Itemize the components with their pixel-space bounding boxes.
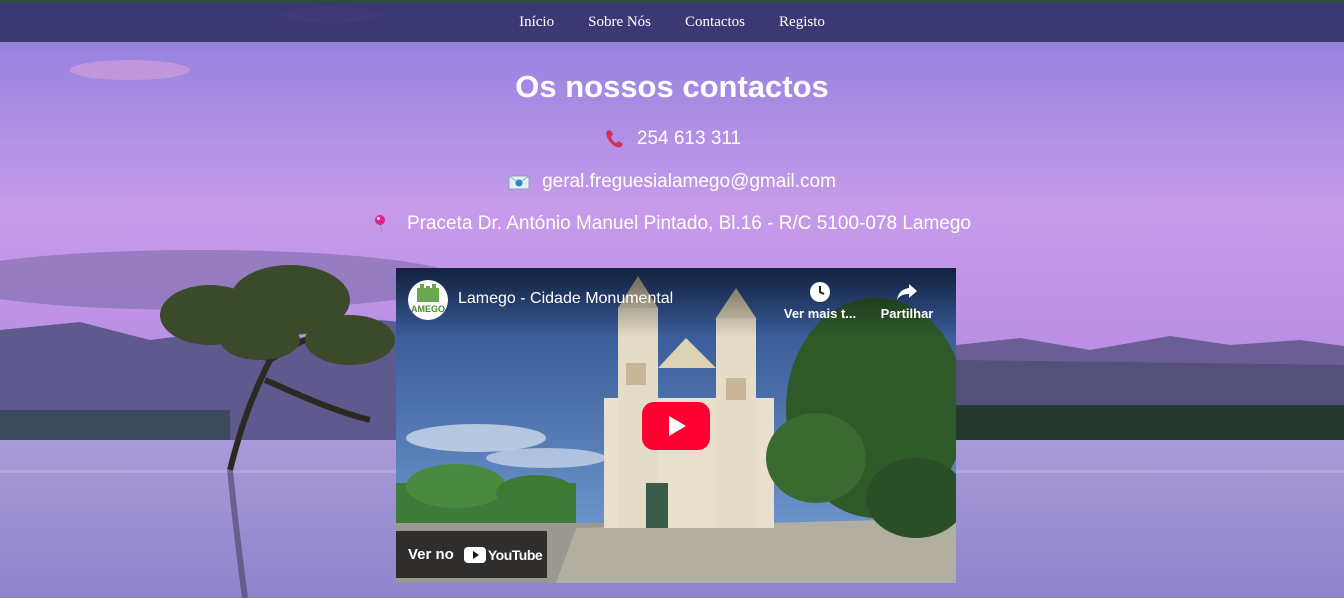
address-row: Praceta Dr. António Manuel Pintado, Bl.1… — [0, 213, 1344, 235]
map-pin-icon — [373, 213, 395, 235]
channel-logo[interactable]: AMEGO — [408, 280, 448, 320]
email-address[interactable]: geral.freguesialamego@gmail.com — [542, 171, 836, 193]
youtube-video-embed[interactable]: AMEGO Lamego - Cidade Monumental Ver mai… — [396, 268, 956, 583]
clock-icon — [810, 282, 830, 302]
nav-item-registo[interactable]: Registo — [779, 14, 825, 31]
email-icon — [508, 171, 530, 193]
youtube-logo: YouTube — [463, 546, 543, 563]
play-icon — [642, 402, 710, 450]
watch-on-label: Ver no — [408, 546, 454, 563]
youtube-play-icon — [463, 546, 486, 563]
channel-logo-text: AMEGO — [410, 304, 445, 314]
email-row: geral.freguesialamego@gmail.com — [0, 171, 1344, 193]
nav-item-inicio[interactable]: Início — [519, 14, 554, 31]
phone-icon — [603, 128, 625, 150]
main-nav: Início Sobre Nós Contactos Registo — [0, 3, 1344, 42]
page-title: Os nossos contactos — [515, 69, 829, 104]
share-label: Partilhar — [880, 306, 934, 321]
nav-item-contactos[interactable]: Contactos — [685, 14, 745, 31]
video-title[interactable]: Lamego - Cidade Monumental — [458, 290, 673, 308]
share-button[interactable]: Partilhar — [867, 280, 947, 321]
phone-row: 254 613 311 — [0, 128, 1344, 150]
share-icon — [897, 284, 917, 300]
nav-item-sobre-nos[interactable]: Sobre Nós — [588, 14, 651, 31]
phone-number[interactable]: 254 613 311 — [637, 128, 741, 150]
watch-on-youtube-button[interactable]: Ver no YouTube — [396, 531, 547, 578]
youtube-label: YouTube — [487, 546, 543, 563]
address-text: Praceta Dr. António Manuel Pintado, Bl.1… — [406, 213, 971, 234]
play-button[interactable] — [642, 402, 710, 450]
watch-later-button[interactable]: Ver mais t... — [780, 280, 860, 321]
watch-later-label: Ver mais t... — [783, 306, 857, 321]
